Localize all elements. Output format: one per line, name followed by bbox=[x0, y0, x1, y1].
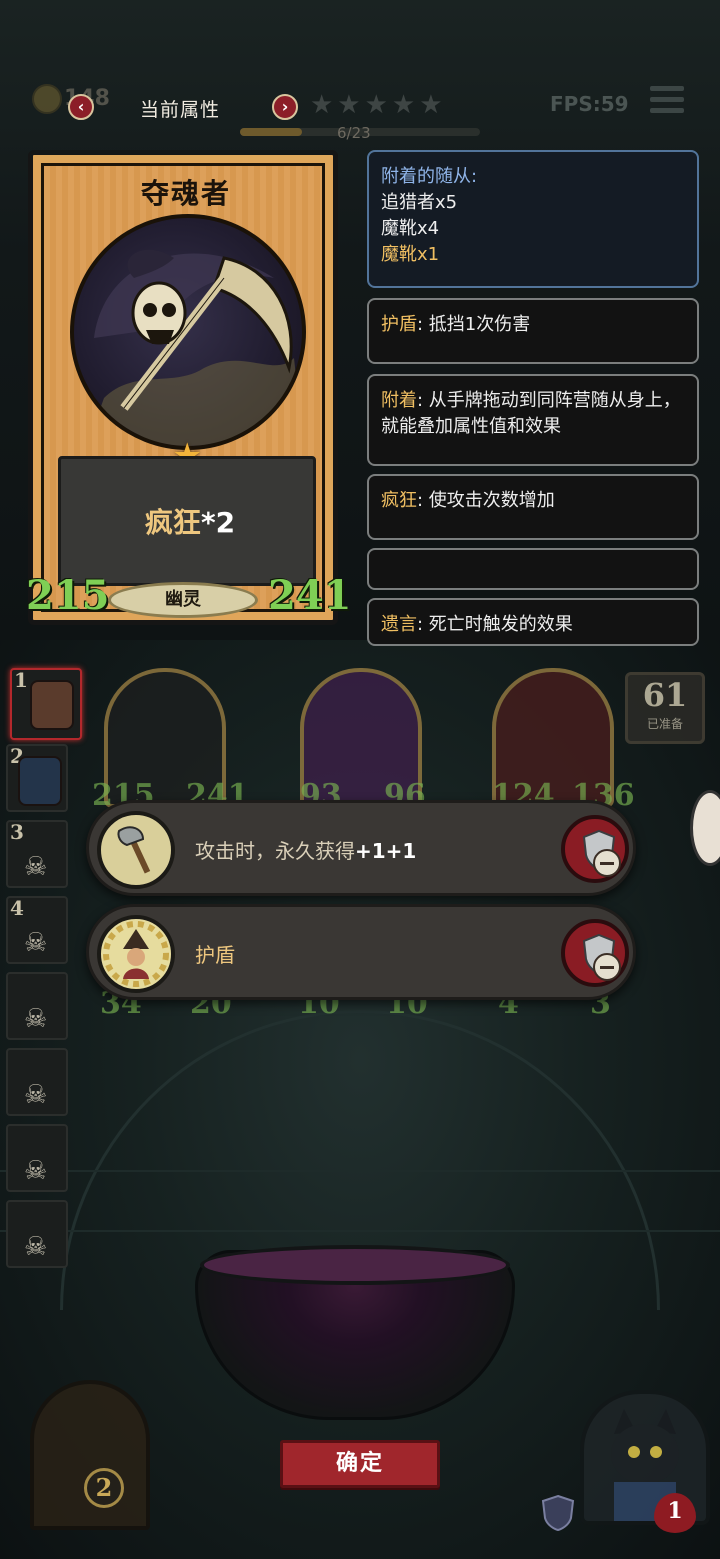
fps-counter: FPS:59 bbox=[550, 92, 629, 116]
lives-heart-badge: 1 bbox=[654, 1493, 696, 1533]
keyword-panel-attach: 附着: 从手牌拖动到同阵营随从身上，就能叠加属性值和效果 bbox=[367, 374, 699, 466]
keyword-label: 护盾 bbox=[381, 314, 417, 335]
keyword-label: 附着 bbox=[381, 390, 417, 411]
buff-row: 攻击时，永久获得+1+1 bbox=[86, 800, 636, 896]
witch-icon bbox=[97, 915, 175, 993]
keyword-desc: : 死亡时触发的效果 bbox=[417, 614, 573, 635]
skull-icon: ☠ bbox=[24, 1080, 48, 1110]
buff-row: 护盾 bbox=[86, 904, 636, 1000]
deck-counter: 61 已准备 bbox=[625, 672, 705, 744]
empty-panel bbox=[367, 548, 699, 590]
roster-number: 1 bbox=[14, 668, 28, 692]
keyword-label: 疯狂 bbox=[381, 490, 417, 511]
axe-icon bbox=[97, 811, 175, 889]
roster-slot[interactable]: 2 bbox=[6, 744, 68, 812]
card-keyword: 疯狂*2 bbox=[61, 501, 319, 541]
roster-slot[interactable]: 1 bbox=[10, 668, 82, 740]
roster-slot[interactable]: ☠ bbox=[6, 972, 68, 1040]
minus-icon bbox=[593, 849, 621, 877]
attached-title: 附着的随从: bbox=[381, 166, 478, 187]
buff-description: 攻击时，永久获得+1+1 bbox=[195, 835, 416, 864]
card-name: 夺魂者 bbox=[140, 177, 231, 210]
confirm-button[interactable]: 确定 bbox=[280, 1440, 440, 1488]
next-arrow-button[interactable]: › bbox=[272, 94, 298, 120]
deck-count: 61 bbox=[642, 676, 688, 714]
card-attack: 215 bbox=[26, 572, 110, 619]
skull-icon: ☠ bbox=[24, 1232, 48, 1262]
roster-slot[interactable]: ☠ bbox=[6, 1048, 68, 1116]
roster-slot[interactable]: ☠ bbox=[6, 1124, 68, 1192]
buff-description: 护盾 bbox=[195, 939, 235, 968]
cat-face-icon bbox=[18, 756, 62, 806]
skull-icon: ☠ bbox=[24, 1004, 48, 1034]
keyword-multiplier: *2 bbox=[200, 506, 236, 539]
reaper-portrait bbox=[70, 214, 306, 450]
keyword-panel-shield: 护盾: 抵挡1次伤害 bbox=[367, 298, 699, 364]
remove-buff-button[interactable] bbox=[561, 815, 629, 883]
skull-icon: ☠ bbox=[24, 1156, 48, 1186]
keyword-label: 遗言 bbox=[381, 614, 417, 635]
keyword-panel-madness: 疯狂: 使攻击次数增加 bbox=[367, 474, 699, 540]
keyword-desc: : 使攻击次数增加 bbox=[417, 490, 555, 511]
buff-value: +1+1 bbox=[355, 839, 417, 863]
cauldron-rim bbox=[200, 1245, 510, 1285]
floor-line bbox=[0, 1230, 720, 1232]
skull-icon: ☠ bbox=[24, 852, 48, 882]
roster-slot[interactable]: ☠ bbox=[6, 1200, 68, 1268]
card-tribe: 幽灵 bbox=[108, 582, 258, 618]
minion-card: 夺魂者 ★ 疯狂*2 bbox=[28, 150, 338, 625]
keyword-desc: : 抵挡1次伤害 bbox=[417, 314, 531, 335]
prev-arrow-button[interactable]: ‹ bbox=[68, 94, 94, 120]
star-rating: ★★★★★ bbox=[310, 90, 447, 120]
minus-icon bbox=[593, 953, 621, 981]
attached-minions-panel: 附着的随从: 追猎者x5 魔靴x4 魔靴x1 bbox=[367, 150, 699, 288]
keyword-panel-deathrattle: 遗言: 死亡时触发的效果 bbox=[367, 598, 699, 646]
hero-face-icon bbox=[30, 680, 74, 730]
gold-coin-icon bbox=[32, 84, 62, 114]
panel-title: 当前属性 bbox=[140, 99, 221, 121]
door-count-badge: 2 bbox=[84, 1468, 124, 1508]
attached-item: 魔靴x4 bbox=[381, 218, 440, 239]
keyword-desc: : 从手牌拖动到同阵营随从身上，就能叠加属性值和效果 bbox=[381, 390, 681, 437]
progress-fill bbox=[240, 128, 303, 136]
attached-item: 追猎者x5 bbox=[381, 192, 458, 213]
deck-label: 已准备 bbox=[646, 717, 683, 731]
roster-number: 4 bbox=[10, 896, 24, 920]
keyword-text: 疯狂 bbox=[144, 506, 201, 539]
roster-slot[interactable]: 4 ☠ bbox=[6, 896, 68, 964]
roster-slot[interactable]: 3 ☠ bbox=[6, 820, 68, 888]
progress-text: 6/23 bbox=[337, 124, 371, 142]
shield-icon bbox=[541, 1494, 575, 1532]
door-icon[interactable] bbox=[30, 1380, 150, 1530]
remove-buff-button[interactable] bbox=[561, 919, 629, 987]
card-text-box: 疯狂*2 bbox=[58, 456, 316, 586]
skull-icon: ☠ bbox=[24, 928, 48, 958]
attached-item: 魔靴x1 bbox=[381, 244, 440, 265]
card-health: 241 bbox=[268, 572, 352, 619]
menu-icon[interactable] bbox=[650, 86, 684, 116]
floor-line bbox=[0, 1170, 720, 1172]
buff-prefix: 攻击时，永久获得 bbox=[195, 839, 355, 863]
buff-prefix: 护盾 bbox=[195, 943, 235, 967]
card-frame: 夺魂者 ★ 疯狂*2 bbox=[41, 163, 325, 612]
roster-number: 3 bbox=[10, 820, 24, 844]
